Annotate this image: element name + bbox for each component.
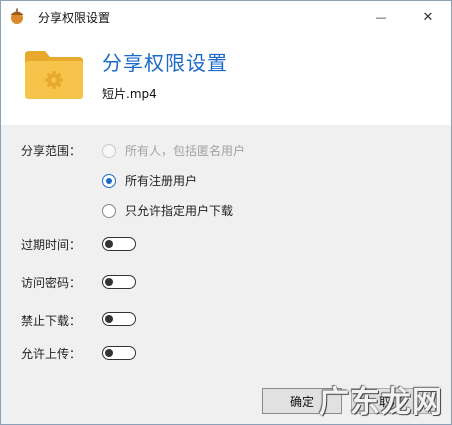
folder-gear-icon	[25, 51, 83, 99]
radio-label: 所有人，包括匿名用户	[125, 144, 246, 158]
dialog-title: 分享权限设置	[102, 51, 228, 75]
radio-option-specified-users[interactable]: 只允许指定用户下载	[102, 202, 233, 219]
allow-upload-toggle[interactable]	[102, 346, 136, 360]
no-download-label: 禁止下载：	[21, 314, 82, 328]
minimize-icon: —	[375, 10, 387, 24]
no-download-toggle[interactable]	[102, 312, 136, 326]
toggle-knob	[105, 278, 113, 286]
radio-button[interactable]	[102, 143, 116, 158]
window-title: 分享权限设置	[38, 11, 111, 25]
share-scope-label: 分享范围：	[21, 144, 82, 158]
radio-option-anyone[interactable]: 所有人，包括匿名用户	[102, 142, 245, 159]
toggle-knob	[105, 315, 113, 323]
expire-time-label: 过期时间：	[21, 238, 82, 252]
expire-time-toggle[interactable]	[102, 237, 136, 251]
access-password-label: 访问密码：	[21, 276, 82, 290]
file-name: 短片.mp4	[102, 87, 157, 101]
acorn-app-icon	[10, 8, 24, 24]
radio-button[interactable]	[102, 173, 116, 188]
radio-label: 所有注册用户	[125, 174, 198, 188]
close-button[interactable]: ✕	[405, 1, 451, 33]
title-bar: 分享权限设置 — ✕	[1, 1, 451, 33]
access-password-toggle[interactable]	[102, 275, 136, 289]
toggle-knob	[105, 240, 113, 248]
allow-upload-label: 允许上传：	[21, 347, 82, 361]
minimize-button[interactable]: —	[358, 1, 404, 33]
watermark-text: 广东龙网	[319, 385, 443, 420]
settings-panel: 分享范围： 所有人，包括匿名用户 所有注册用户 只允许指定用户下载 过期时间： …	[1, 125, 451, 424]
toggle-knob	[105, 349, 113, 357]
close-icon: ✕	[422, 9, 434, 25]
radio-label: 只允许指定用户下载	[125, 204, 234, 218]
radio-option-registered-users[interactable]: 所有注册用户	[102, 172, 197, 189]
dialog-header: 分享权限设置 短片.mp4	[1, 33, 451, 125]
share-permission-dialog: 分享权限设置 — ✕ 分享权限设置 短片.mp4 分享范围： 所有人，包括匿名用…	[0, 0, 452, 425]
radio-button[interactable]	[102, 203, 116, 218]
